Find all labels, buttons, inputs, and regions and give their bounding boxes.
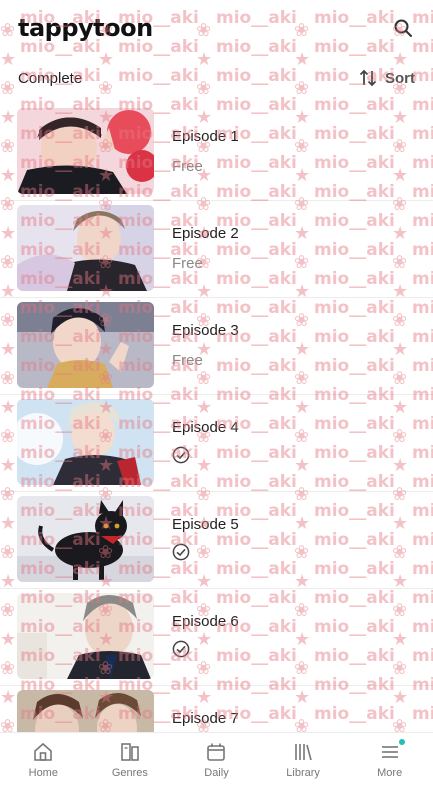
app-header: tappytoon (0, 0, 433, 56)
search-button[interactable] (391, 16, 415, 40)
episode-row[interactable]: Episode 4 (0, 395, 433, 492)
notification-dot (398, 739, 405, 745)
episode-row[interactable]: Episode 3 Free (0, 298, 433, 395)
nav-label: More (377, 767, 403, 779)
episode-title: Episode 1 (172, 128, 239, 145)
episode-row[interactable]: Episode 2 Free (0, 201, 433, 298)
bottom-nav: Home Genres Daily Library More (0, 732, 433, 787)
episode-title: Episode 2 (172, 225, 239, 242)
nav-home[interactable]: Home (8, 741, 78, 779)
nav-library[interactable]: Library (268, 741, 338, 779)
episode-thumbnail (17, 205, 154, 291)
calendar-icon (207, 743, 226, 761)
episode-free-label: Free (172, 352, 203, 369)
episode-row[interactable]: Episode 6 (0, 589, 433, 686)
sort-label: Sort (385, 69, 415, 87)
nav-label: Daily (204, 767, 229, 779)
episode-title: Episode 4 (172, 419, 239, 436)
episode-thumbnail (17, 108, 154, 194)
episode-title: Episode 7 (172, 710, 239, 727)
episode-row[interactable]: Episode 7 (0, 686, 433, 732)
episode-free-label: Free (172, 255, 203, 272)
series-status-label: Complete (18, 69, 83, 87)
episode-thumbnail (17, 690, 154, 732)
read-check-icon (172, 446, 190, 464)
episode-free-label: Free (172, 158, 203, 175)
episode-row[interactable]: Episode 5 (0, 492, 433, 589)
episode-thumbnail (17, 593, 154, 679)
read-check-icon (172, 543, 190, 561)
nav-genres[interactable]: Genres (95, 741, 165, 779)
episode-thumbnail (17, 496, 154, 582)
list-subheader: Complete Sort (0, 58, 433, 98)
episode-thumbnail (17, 399, 154, 485)
nav-label: Genres (111, 767, 148, 779)
episode-thumbnail (17, 302, 154, 388)
genres-icon (121, 743, 139, 761)
episode-list: Episode 1 Free Episode 2 Free Episode 3 … (0, 104, 433, 732)
nav-label: Library (286, 767, 320, 779)
app-logo[interactable]: tappytoon (18, 14, 153, 42)
nav-more[interactable]: More (355, 739, 425, 779)
search-icon (394, 19, 412, 37)
menu-icon (381, 746, 398, 758)
read-check-icon (172, 640, 190, 658)
episode-title: Episode 5 (172, 516, 239, 533)
episode-title: Episode 6 (172, 613, 239, 630)
episode-title: Episode 3 (172, 322, 239, 339)
home-icon (34, 742, 53, 761)
library-icon (295, 744, 312, 761)
nav-daily[interactable]: Daily (181, 741, 251, 779)
sort-button[interactable]: Sort (359, 69, 415, 87)
episode-row[interactable]: Episode 1 Free (0, 104, 433, 201)
sort-arrows-icon (359, 69, 377, 87)
nav-label: Home (28, 767, 58, 779)
